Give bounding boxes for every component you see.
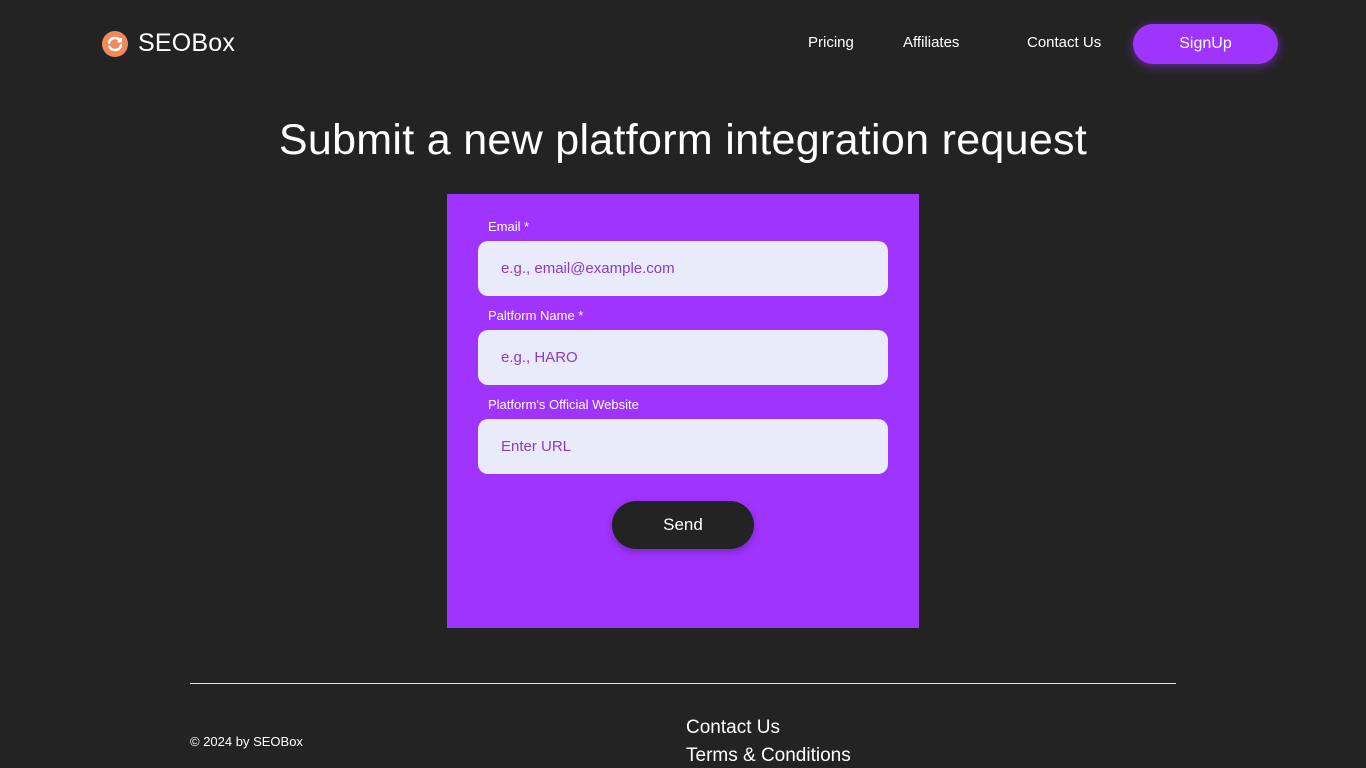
nav-affiliates-link[interactable]: Affiliates xyxy=(903,34,959,51)
platform-name-label: Paltform Name * xyxy=(488,308,584,323)
copyright-text: © 2024 by SEOBox xyxy=(190,734,303,749)
logo[interactable]: SEOBox xyxy=(102,29,235,58)
email-label: Email * xyxy=(488,219,530,234)
logo-text: SEOBox xyxy=(138,29,236,57)
footer-terms-link[interactable]: Terms & Conditions xyxy=(686,745,851,767)
website-url-field[interactable] xyxy=(478,419,888,474)
send-button[interactable]: Send xyxy=(612,501,754,549)
website-label: Platform's Official Website xyxy=(488,397,639,412)
footer-contact-link[interactable]: Contact Us xyxy=(686,717,780,739)
refresh-arrows-icon xyxy=(102,30,128,57)
nav-contact-link[interactable]: Contact Us xyxy=(1027,34,1101,51)
integration-request-form: Email * Paltform Name * Platform's Offic… xyxy=(447,194,919,628)
platform-name-field[interactable] xyxy=(478,330,888,385)
signup-button[interactable]: SignUp xyxy=(1133,24,1278,64)
page: SEOBox Pricing Affiliates Contact Us Sig… xyxy=(0,0,1366,768)
email-field[interactable] xyxy=(478,241,888,296)
nav-pricing-link[interactable]: Pricing xyxy=(808,34,854,51)
page-title: Submit a new platform integration reques… xyxy=(278,116,1088,164)
footer-divider xyxy=(190,683,1176,684)
